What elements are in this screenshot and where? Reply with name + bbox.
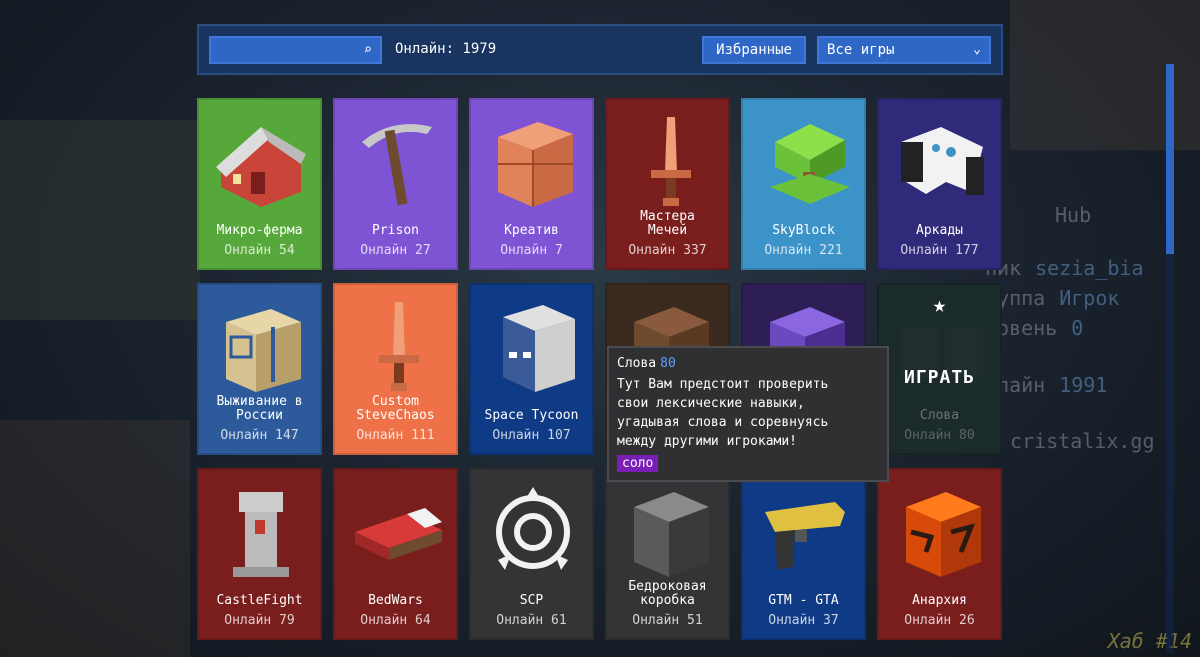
game-name: BedWars [368, 593, 423, 608]
hub-row: руппа Игрок [985, 286, 1120, 310]
favorite-star-icon[interactable]: ★ [879, 293, 1000, 318]
favorites-button[interactable]: Избранные [702, 36, 806, 64]
scp-logo-icon [483, 482, 583, 582]
game-online-count: Онлайн 221 [764, 243, 843, 258]
play-button[interactable]: ИГРАТЬ [879, 367, 1000, 388]
pickaxe-icon [347, 112, 447, 212]
box-icon [211, 297, 311, 397]
scrollbar[interactable] [1166, 64, 1174, 654]
magma-block-icon [891, 482, 991, 582]
game-online-count: Онлайн 177 [900, 243, 979, 258]
game-online-count: Онлайн 79 [224, 613, 295, 628]
game-card[interactable]: GTM - GTA Онлайн 37 [741, 468, 866, 640]
hub-title: Hub [1055, 203, 1092, 227]
game-name: GTM - GTA [768, 593, 839, 608]
game-card[interactable]: Слова Онлайн 80 ★ ИГРАТЬ [877, 283, 1002, 455]
tooltip-header: Слова 80 [617, 354, 879, 373]
game-card[interactable]: SCP Онлайн 61 [469, 468, 594, 640]
game-card[interactable]: BedWars Онлайн 64 [333, 468, 458, 640]
game-card[interactable]: Space Tycoon Онлайн 107 [469, 283, 594, 455]
sword-icon [619, 112, 719, 212]
game-online-count: Онлайн 107 [492, 428, 571, 443]
games-filter-value: Все игры [827, 42, 895, 58]
hub-row: нлайн 1991 [985, 373, 1108, 397]
sword-icon [347, 297, 447, 397]
game-card[interactable]: Креатив Онлайн 7 [469, 98, 594, 270]
bedrock-icon [619, 482, 719, 582]
game-name: Custom SteveChaos [356, 394, 435, 423]
house-icon [211, 112, 311, 212]
gamepad-icon [891, 112, 991, 212]
hub-row: ник sezia_bia [985, 256, 1144, 280]
game-online-count: Онлайн 26 [904, 613, 975, 628]
game-online-count: Онлайн 27 [360, 243, 431, 258]
game-card[interactable]: SkyBlock Онлайн 221 [741, 98, 866, 270]
chevron-down-icon: ⌄ [973, 42, 981, 57]
pistol-icon [755, 482, 855, 582]
tooltip-description: Тут Вам предстоит проверить свои лексиче… [617, 377, 829, 449]
game-online-count: Онлайн 64 [360, 613, 431, 628]
tooltip-count: 80 [660, 356, 676, 371]
tooltip-title: Слова [617, 356, 657, 371]
game-menu-toolbar: ⌕ Онлайн: 1979 Избранные Все игры ⌄ [197, 24, 1003, 75]
game-name: Prison [372, 223, 419, 238]
game-name: Креатив [504, 223, 559, 238]
search-icon[interactable]: ⌕ [364, 42, 372, 58]
tower-icon [211, 482, 311, 582]
game-name: Space Tycoon [484, 408, 579, 423]
game-card[interactable]: Мастера Мечей Онлайн 337 [605, 98, 730, 270]
game-online-count: Онлайн 147 [220, 428, 299, 443]
game-card[interactable]: Анархия Онлайн 26 [877, 468, 1002, 640]
game-name: Анархия [912, 593, 967, 608]
game-online-count: Онлайн 61 [496, 613, 567, 628]
game-name: Мастера Мечей [640, 209, 695, 238]
game-card[interactable]: Выживание в России Онлайн 147 [197, 283, 322, 455]
bed-icon [347, 482, 447, 582]
game-name: SkyBlock [772, 223, 835, 238]
games-filter-select[interactable]: Все игры ⌄ [817, 36, 991, 64]
search-box[interactable]: ⌕ [209, 36, 382, 64]
game-card[interactable]: Prison Онлайн 27 [333, 98, 458, 270]
game-card[interactable]: Бедроковая коробка Онлайн 51 [605, 468, 730, 640]
hub-row: cristalix.gg [1010, 429, 1155, 453]
game-online-count: Онлайн 7 [500, 243, 563, 258]
game-name: CastleFight [216, 593, 303, 608]
game-card[interactable]: CastleFight Онлайн 79 [197, 468, 322, 640]
hover-overlay[interactable]: ★ ИГРАТЬ [879, 285, 1000, 453]
game-online-count: Онлайн 37 [768, 613, 839, 628]
game-online-count: Онлайн 337 [628, 243, 707, 258]
game-card[interactable]: Микро-ферма Онлайн 54 [197, 98, 322, 270]
game-card[interactable]: Custom SteveChaos Онлайн 111 [333, 283, 458, 455]
online-total: Онлайн: 1979 [395, 41, 497, 57]
game-tooltip: Слова 80 Тут Вам предстоит проверить свои… [607, 346, 889, 482]
hub-number-badge: Хаб #14 [1107, 629, 1192, 653]
tree-icon [755, 112, 855, 212]
game-name: Аркады [916, 223, 963, 238]
scroll-thumb[interactable] [1166, 64, 1174, 254]
clay-block-icon [483, 112, 583, 212]
search-input[interactable] [217, 41, 351, 63]
steve-head-icon [483, 297, 583, 397]
game-name: Бедроковая коробка [628, 579, 707, 608]
game-name: SCP [519, 593, 544, 608]
game-name: Выживание в России [216, 394, 303, 423]
game-online-count: Онлайн 54 [224, 243, 295, 258]
game-online-count: Онлайн 111 [356, 428, 435, 443]
game-card[interactable]: Аркады Онлайн 177 [877, 98, 1002, 270]
game-name: Микро-ферма [216, 223, 303, 238]
mode-badge: соло [617, 455, 659, 472]
game-online-count: Онлайн 51 [632, 613, 703, 628]
